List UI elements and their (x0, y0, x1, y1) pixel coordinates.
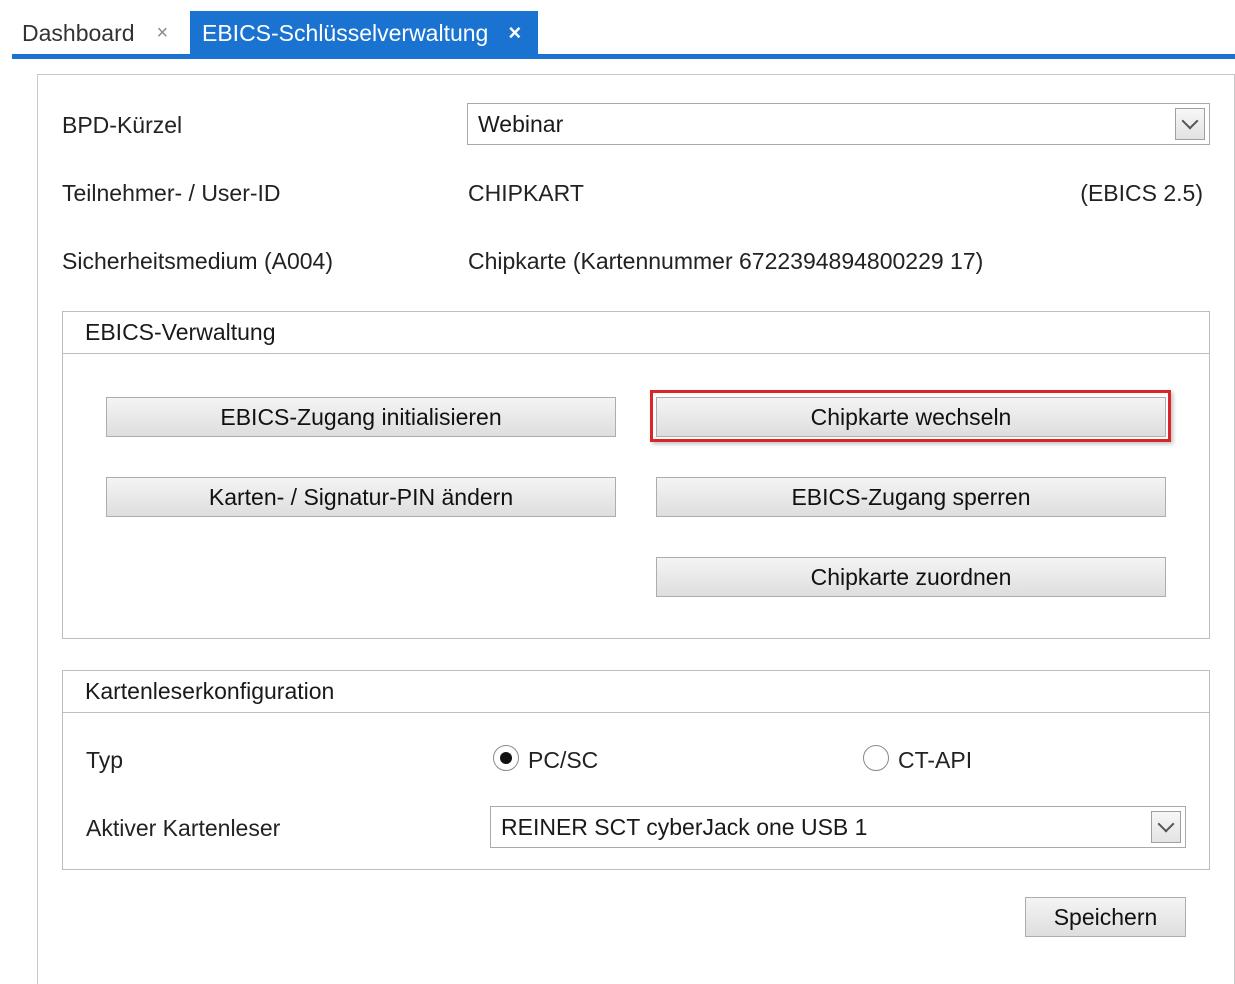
tab-ebics-label: EBICS-Schlüsselverwaltung (202, 19, 489, 46)
user-id-label: Teilnehmer- / User-ID (62, 180, 281, 206)
bpd-label: BPD-Kürzel (62, 112, 183, 138)
tab-ebics-close-icon[interactable]: × (508, 20, 521, 46)
ebics-version: (EBICS 2.5) (1080, 180, 1203, 206)
lock-ebics-button[interactable]: EBICS-Zugang sperren (656, 477, 1166, 517)
change-card-button[interactable]: Chipkarte wechseln (656, 397, 1166, 437)
tab-strip: Dashboard × EBICS-Schlüsselverwaltung × (0, 0, 1235, 60)
init-ebics-button[interactable]: EBICS-Zugang initialisieren (106, 397, 616, 437)
active-reader-label: Aktiver Kartenleser (86, 815, 281, 841)
type-label: Typ (86, 747, 124, 773)
assign-card-button[interactable]: Chipkarte zuordnen (656, 557, 1166, 597)
tab-dashboard[interactable]: Dashboard × (12, 11, 190, 55)
tab-ebics-key-management[interactable]: EBICS-Schlüsselverwaltung × (190, 11, 538, 55)
tab-dashboard-close-icon[interactable]: × (157, 22, 169, 45)
card-reader-config-title: Kartenleserkonfiguration (63, 671, 1209, 713)
security-medium-value: Chipkarte (Kartennummer 6722394894800229… (468, 248, 984, 274)
radio-pcsc-label[interactable]: PC/SC (528, 747, 598, 774)
chevron-down-icon[interactable] (1151, 811, 1181, 843)
tab-dashboard-label: Dashboard (22, 19, 135, 46)
active-reader-select[interactable]: REINER SCT cyberJack one USB 1 (490, 806, 1186, 848)
active-reader-value: REINER SCT cyberJack one USB 1 (501, 813, 868, 840)
user-id-value: CHIPKART (468, 180, 584, 206)
chevron-down-icon[interactable] (1175, 108, 1205, 140)
radio-pcsc[interactable] (493, 745, 519, 771)
radio-ctapi-label[interactable]: CT-API (898, 747, 972, 774)
ebics-management-title: EBICS-Verwaltung (63, 312, 1209, 354)
bpd-select-value: Webinar (478, 110, 564, 137)
tab-underline (12, 54, 1235, 59)
change-pin-button[interactable]: Karten- / Signatur-PIN ändern (106, 477, 616, 517)
save-button[interactable]: Speichern (1025, 897, 1186, 937)
bpd-select[interactable]: Webinar (467, 103, 1210, 145)
security-medium-label: Sicherheitsmedium (A004) (62, 248, 334, 274)
radio-ctapi[interactable] (863, 745, 889, 771)
